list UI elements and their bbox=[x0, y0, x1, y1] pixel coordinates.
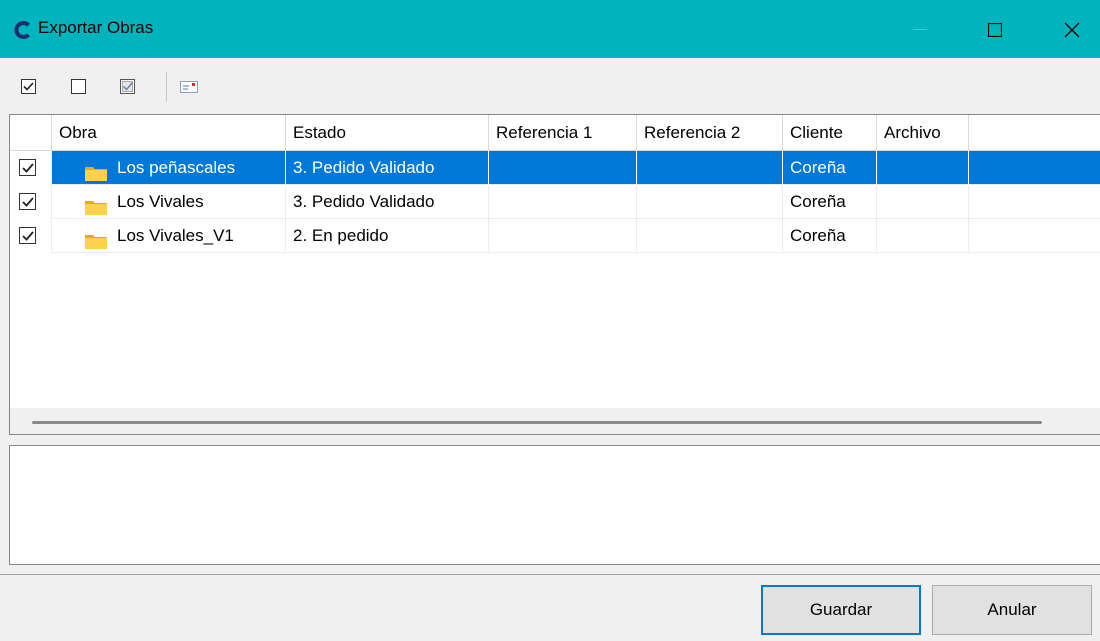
check-all-button[interactable] bbox=[21, 79, 37, 95]
column-header-check bbox=[10, 115, 52, 151]
cell-referencia-1 bbox=[489, 185, 637, 219]
message-icon bbox=[180, 81, 198, 93]
uncheck-all-icon bbox=[71, 79, 86, 94]
column-header-obra[interactable]: Obra bbox=[52, 115, 286, 151]
column-header-referencia-1[interactable]: Referencia 1 bbox=[489, 115, 637, 151]
window-title: Exportar Obras bbox=[38, 18, 154, 37]
invert-check-button[interactable] bbox=[120, 79, 136, 95]
cell-obra: Los Vivales_V1 bbox=[52, 219, 286, 253]
cell-estado: 3. Pedido Validado bbox=[286, 185, 489, 219]
checkmark-icon bbox=[22, 197, 34, 207]
minimize-button[interactable] bbox=[900, 18, 940, 42]
column-header-referencia-2[interactable]: Referencia 2 bbox=[637, 115, 783, 151]
cell-referencia-2 bbox=[637, 185, 783, 219]
uncheck-all-button[interactable] bbox=[71, 79, 87, 95]
footer-divider bbox=[0, 574, 1100, 575]
scrollbar-thumb[interactable] bbox=[32, 421, 1042, 424]
folder-icon bbox=[84, 194, 108, 215]
maximize-button[interactable] bbox=[975, 18, 1015, 42]
cell-estado: 3. Pedido Validado bbox=[286, 151, 489, 185]
grid-header: Obra Estado Referencia 1 Referencia 2 Cl… bbox=[10, 115, 1100, 151]
cell-referencia-2 bbox=[637, 219, 783, 253]
invert-check-icon bbox=[120, 79, 135, 94]
log-textarea[interactable] bbox=[9, 445, 1100, 565]
cell-referencia-1 bbox=[489, 219, 637, 253]
cell-archivo bbox=[877, 219, 969, 253]
table-row[interactable]: Los peñascales 3. Pedido Validado Coreña bbox=[10, 151, 1100, 185]
cell-cliente: Coreña bbox=[783, 219, 877, 253]
checkmark-icon bbox=[22, 163, 34, 173]
table-row[interactable]: Los Vivales_V1 2. En pedido Coreña bbox=[10, 219, 1100, 253]
toolbar-separator bbox=[166, 72, 167, 102]
row-checkbox-cell[interactable] bbox=[10, 219, 52, 253]
folder-icon bbox=[84, 228, 108, 249]
checkmark-icon bbox=[22, 231, 34, 241]
cell-obra: Los peñascales bbox=[52, 151, 286, 185]
close-icon bbox=[1064, 22, 1080, 38]
obras-grid[interactable]: Obra Estado Referencia 1 Referencia 2 Cl… bbox=[9, 114, 1100, 435]
cancel-button[interactable]: Anular bbox=[932, 585, 1092, 635]
folder-icon bbox=[84, 160, 108, 181]
message-button[interactable] bbox=[180, 79, 200, 95]
row-checkbox-cell[interactable] bbox=[10, 151, 52, 185]
row-checkbox-cell[interactable] bbox=[10, 185, 52, 219]
row-checkbox[interactable] bbox=[19, 193, 36, 210]
cell-archivo bbox=[877, 151, 969, 185]
cell-obra: Los Vivales bbox=[52, 185, 286, 219]
cell-estado: 2. En pedido bbox=[286, 219, 489, 253]
column-header-cliente[interactable]: Cliente bbox=[783, 115, 877, 151]
toolbar bbox=[0, 58, 1100, 114]
check-all-icon bbox=[21, 79, 36, 94]
close-button[interactable] bbox=[1052, 18, 1092, 42]
table-row[interactable]: Los Vivales 3. Pedido Validado Coreña bbox=[10, 185, 1100, 219]
cell-archivo bbox=[877, 185, 969, 219]
minimize-icon bbox=[913, 29, 927, 30]
app-logo-icon bbox=[14, 21, 32, 39]
column-header-archivo[interactable]: Archivo bbox=[877, 115, 969, 151]
cell-referencia-2 bbox=[637, 151, 783, 185]
row-checkbox[interactable] bbox=[19, 227, 36, 244]
title-bar[interactable]: Exportar Obras bbox=[0, 0, 1100, 58]
cell-cliente: Coreña bbox=[783, 185, 877, 219]
cell-referencia-1 bbox=[489, 151, 637, 185]
export-obras-window: Exportar Obras Obra Estado Referencia 1 … bbox=[0, 0, 1100, 641]
maximize-icon bbox=[988, 23, 1002, 37]
save-button[interactable]: Guardar bbox=[761, 585, 921, 635]
horizontal-scrollbar[interactable] bbox=[10, 408, 1100, 434]
row-checkbox[interactable] bbox=[19, 159, 36, 176]
column-header-estado[interactable]: Estado bbox=[286, 115, 489, 151]
cell-cliente: Coreña bbox=[783, 151, 877, 185]
